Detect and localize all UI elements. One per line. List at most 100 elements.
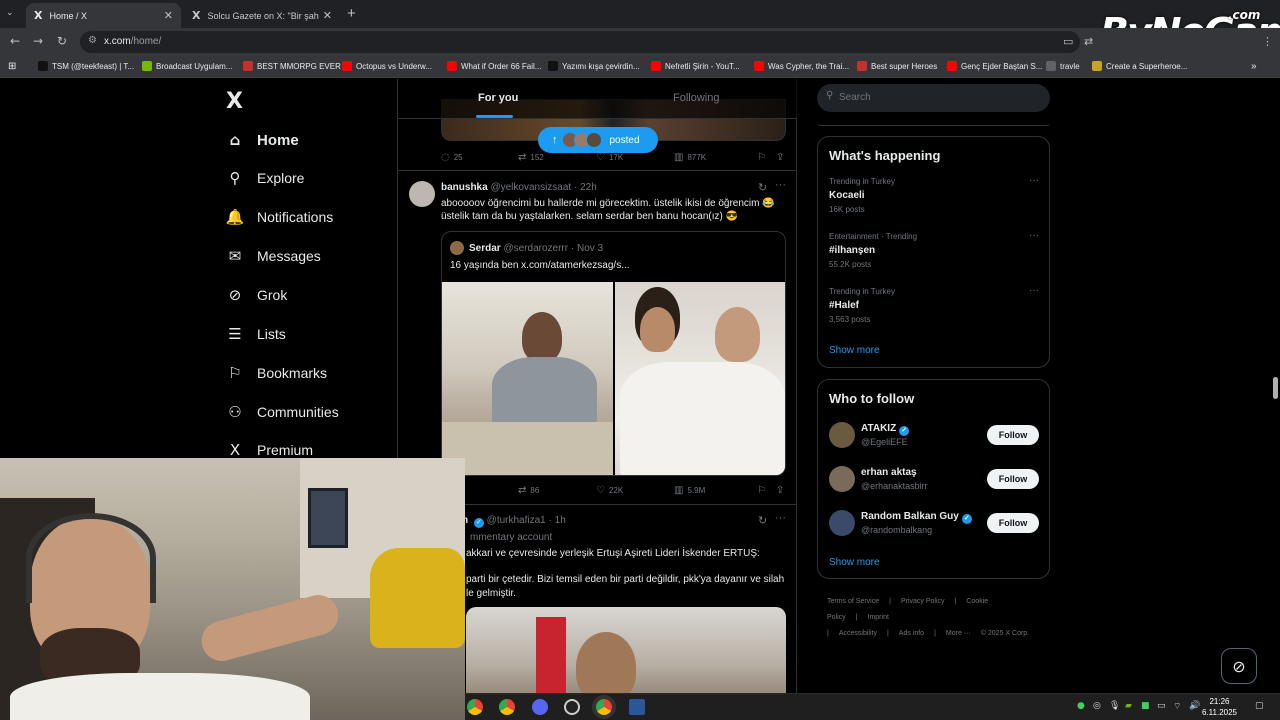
tray-icon[interactable]: ◎ xyxy=(1093,701,1101,711)
translate-icon[interactable]: ⇄ xyxy=(1084,35,1093,48)
footer-link[interactable]: Accessibility xyxy=(839,630,877,637)
bookmark-item[interactable]: travle xyxy=(1046,61,1080,71)
search-input[interactable]: ⚲ Search xyxy=(817,84,1050,112)
grok-button[interactable]: ⊘ xyxy=(1221,648,1257,684)
bookmark-button[interactable]: ⚐ xyxy=(757,152,770,163)
post-time[interactable]: · 22h xyxy=(574,182,597,193)
reload-icon[interactable]: ↻ xyxy=(57,34,67,48)
more-icon[interactable]: ··· xyxy=(1029,175,1039,186)
avatar[interactable] xyxy=(409,181,435,207)
author-handle[interactable]: @yelkovansizsaat xyxy=(490,182,571,193)
show-more-link[interactable]: Show more xyxy=(829,345,880,356)
repost-button[interactable]: ⇄ 152 xyxy=(518,152,544,163)
system-clock[interactable]: 21:26 6.11.2025 xyxy=(1202,696,1237,718)
scroll-thumb[interactable] xyxy=(1273,377,1278,399)
x-logo-icon[interactable]: X xyxy=(226,89,243,114)
more-icon[interactable]: ··· xyxy=(775,179,786,191)
footer-link[interactable]: More ··· xyxy=(946,630,971,637)
share-button[interactable]: ⇪ xyxy=(776,485,788,496)
grok-action-icon[interactable]: ↻ xyxy=(758,181,767,194)
avatar[interactable] xyxy=(829,422,855,448)
nav-item-messages[interactable]: ✉ Messages xyxy=(226,241,321,271)
footer-link[interactable]: Privacy Policy xyxy=(901,598,945,605)
more-icon[interactable]: ··· xyxy=(775,512,786,524)
bookmark-item[interactable]: Broadcast Uygulam... xyxy=(142,61,232,71)
tray-app-icon[interactable]: ■ xyxy=(1141,701,1150,711)
bookmark-item[interactable]: Nefretli Şirin - YouT... xyxy=(651,61,740,71)
bookmark-item[interactable]: Was Cypher, the Trai... xyxy=(754,61,849,71)
status-dot-icon[interactable]: ● xyxy=(1077,701,1085,711)
tab-for-you[interactable]: For you xyxy=(478,92,518,104)
url-field[interactable]: ⚙ x.com/home/ xyxy=(80,31,1080,53)
tab-following[interactable]: Following xyxy=(673,92,719,104)
quote-image-left[interactable] xyxy=(442,282,613,475)
grok-action-icon[interactable]: ↻ xyxy=(758,514,767,527)
microphone-icon[interactable]: 🎙 xyxy=(1109,701,1120,711)
views-button[interactable]: ▥ 877K xyxy=(674,152,706,163)
follow-button[interactable]: Follow xyxy=(987,513,1039,533)
nav-item-communities[interactable]: ⚇ Communities xyxy=(226,397,338,427)
footer-link[interactable]: Imprint xyxy=(868,614,889,621)
network-icon[interactable]: ▭ xyxy=(1157,701,1166,711)
bookmark-item[interactable]: Create a Superheroe... xyxy=(1092,61,1187,71)
apps-grid-icon[interactable]: ⊞ xyxy=(8,61,16,72)
calculator-icon[interactable] xyxy=(629,699,645,715)
discord-icon[interactable] xyxy=(532,699,548,715)
bookmark-item[interactable]: Yazımı kışa çevirdin... xyxy=(548,61,640,71)
footer-link[interactable]: Terms of Service xyxy=(827,598,879,605)
author-name[interactable]: banushka xyxy=(441,182,488,193)
footer-link[interactable]: Ads info xyxy=(899,630,924,637)
nav-item-grok[interactable]: ⊘ Grok xyxy=(226,280,288,310)
post-time[interactable]: · 1h xyxy=(549,515,566,526)
site-info-icon[interactable]: ⚙ xyxy=(88,35,97,46)
bookmark-item[interactable]: TSM (@teekfeast) | T... xyxy=(38,61,134,71)
browser-tab-solcu[interactable]: X Solcu Gazete on X: "Bir şahıs, Ya ✕ xyxy=(184,3,340,28)
nvidia-tray-icon[interactable]: ▰ xyxy=(1125,701,1132,711)
like-button[interactable]: ♡ 22K xyxy=(596,485,623,496)
bookmark-item[interactable]: Genç Ejder Baştan S... xyxy=(947,61,1042,71)
bookmark-item[interactable]: What if Order 66 Fail... xyxy=(447,61,541,71)
share-button[interactable]: ⇪ xyxy=(776,152,788,163)
volume-icon[interactable]: 🔊 xyxy=(1189,701,1200,711)
bookmarks-overflow-icon[interactable]: » xyxy=(1251,61,1257,72)
author-handle[interactable]: @turkhafiza1 xyxy=(487,515,546,526)
page-scrollbar[interactable] xyxy=(1270,79,1280,720)
like-button[interactable]: ♡ 17K xyxy=(596,152,623,163)
quote-image-right[interactable] xyxy=(615,282,785,475)
obs-icon[interactable] xyxy=(564,699,580,715)
bookmark-button[interactable]: ⚐ xyxy=(757,485,770,496)
new-tab-icon[interactable]: + xyxy=(347,5,356,22)
more-icon[interactable]: ··· xyxy=(1029,230,1039,241)
close-tab-icon[interactable]: ✕ xyxy=(323,9,332,22)
chrome-active-icon[interactable] xyxy=(596,699,612,715)
repost-button[interactable]: ⇄ 86 xyxy=(518,485,539,496)
tab-search-icon[interactable]: ⌄ xyxy=(6,7,14,18)
notifications-icon[interactable]: ▢ xyxy=(1255,701,1264,711)
nav-item-notifications[interactable]: 🔔 Notifications xyxy=(226,202,334,232)
avatar[interactable] xyxy=(829,510,855,536)
forward-icon[interactable]: → xyxy=(33,34,43,48)
chrome-icon[interactable] xyxy=(499,699,515,715)
more-icon[interactable]: ··· xyxy=(1029,285,1039,296)
avatar[interactable] xyxy=(829,466,855,492)
browser-tab-home[interactable]: X Home / X ✕ xyxy=(26,3,181,28)
bookmark-item[interactable]: Best super Heroes xyxy=(857,61,937,71)
views-button[interactable]: ▥ 5.9M xyxy=(674,485,705,496)
footer-link[interactable]: © 2025 X Corp. xyxy=(981,630,1029,637)
show-more-link[interactable]: Show more xyxy=(829,557,880,568)
nav-item-bookmarks[interactable]: ⚐ Bookmarks xyxy=(226,358,327,388)
bookmark-item[interactable]: BEST MMORPG EVER xyxy=(243,61,341,71)
close-tab-icon[interactable]: ✕ xyxy=(164,9,173,22)
back-icon[interactable]: ← xyxy=(10,34,20,48)
bookmark-item[interactable]: Octopus vs Underw... xyxy=(342,61,432,71)
nav-item-lists[interactable]: ☰ Lists xyxy=(226,319,286,349)
nav-item-home[interactable]: ⌂ Home xyxy=(226,125,299,155)
follow-button[interactable]: Follow xyxy=(987,425,1039,445)
nav-item-explore[interactable]: ⚲ Explore xyxy=(226,163,305,193)
wifi-icon[interactable]: ⌔ xyxy=(1173,701,1181,712)
cast-icon[interactable]: ▭ xyxy=(1063,35,1073,48)
browser-menu-icon[interactable]: ⋮ xyxy=(1262,35,1273,48)
quoted-post[interactable]: Serdar @serdarozerrr · Nov 3 16 yaşında … xyxy=(441,231,786,476)
follow-button[interactable]: Follow xyxy=(987,469,1039,489)
chrome-icon[interactable] xyxy=(467,699,483,715)
